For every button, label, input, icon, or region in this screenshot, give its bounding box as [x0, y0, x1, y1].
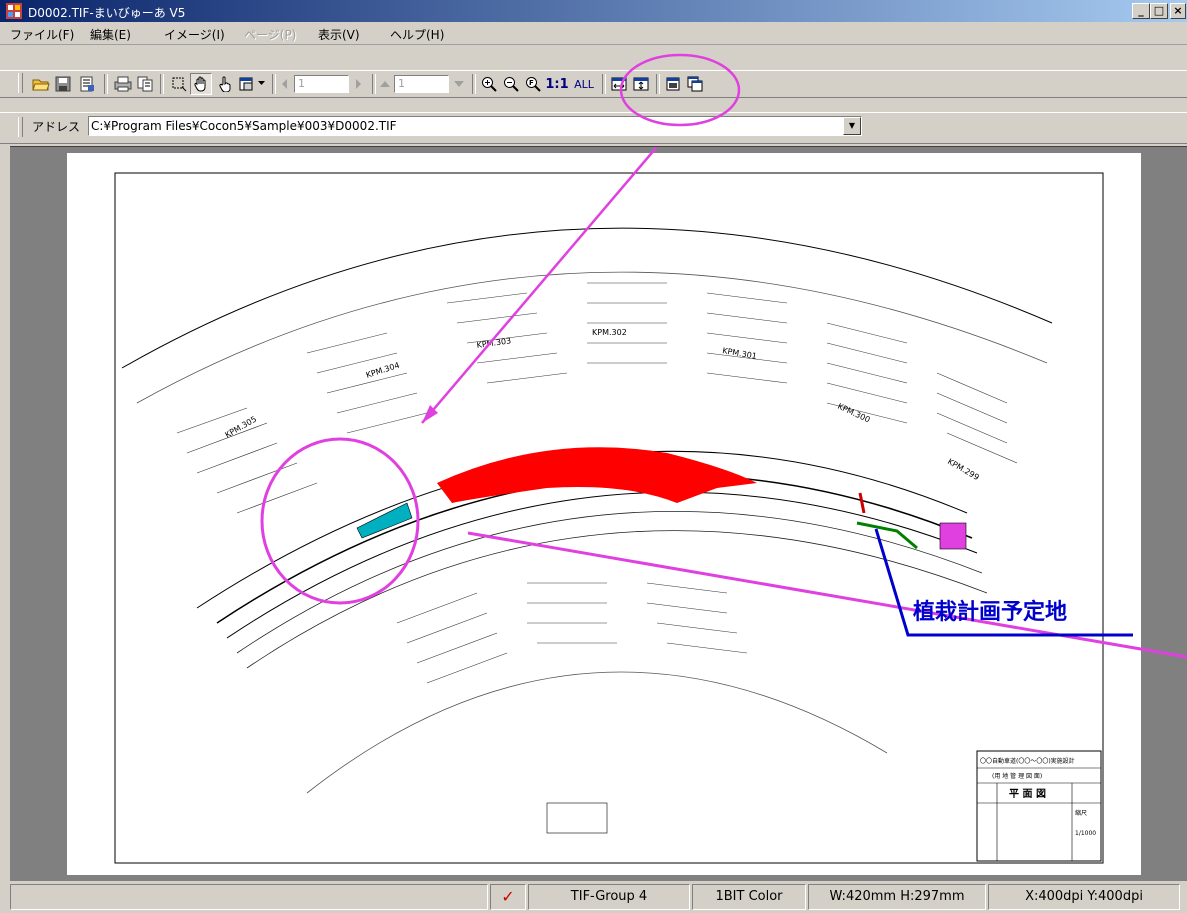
menu-image[interactable]: イメージ(I) — [164, 26, 225, 43]
title-bar: D0002.TIF-まいびゅーあ V5 _ □ × — [0, 0, 1187, 22]
next-doc-icon[interactable] — [452, 73, 466, 95]
address-bar: アドレス C:¥Program Files¥Cocon5¥Sample¥003¥… — [0, 112, 1187, 144]
menu-edit[interactable]: 編集(E) — [90, 26, 131, 43]
close-button[interactable]: × — [1170, 3, 1186, 19]
pointer-hand-icon[interactable] — [214, 73, 236, 95]
fit-width-icon[interactable] — [608, 73, 630, 95]
title-block-line1: 〇〇自動車道(〇〇〜〇〇)実施設計 — [980, 757, 1075, 765]
maximize-button[interactable]: □ — [1150, 3, 1168, 19]
menu-help[interactable]: ヘルプ(H) — [390, 26, 444, 43]
main-toolbar: 1 1 F 1:1 ALL — [0, 70, 1187, 98]
print-icon[interactable] — [112, 73, 134, 95]
app-icon[interactable] — [6, 3, 22, 19]
minimize-button[interactable]: _ — [1132, 3, 1150, 19]
address-label: アドレス — [32, 120, 81, 134]
status-format: TIF-Group 4 — [528, 884, 690, 910]
drawing-canvas: KPM.305 KPM.304 KPM.303 KPM.302 KPM.301 … — [114, 172, 1104, 864]
address-grip[interactable] — [18, 117, 23, 137]
toolbar-grip[interactable] — [18, 73, 23, 93]
status-dpi: X:400dpi Y:400dpi — [988, 884, 1180, 910]
status-message-panel — [10, 884, 488, 910]
zoom-all-button[interactable]: ALL — [572, 73, 596, 95]
zoom-1to1-button[interactable]: 1:1 — [544, 73, 570, 95]
title-block-scale: 1/1000 — [1075, 830, 1096, 837]
drawing-sheet: KPM.305 KPM.304 KPM.303 KPM.302 KPM.301 … — [67, 153, 1141, 875]
copy-icon[interactable] — [134, 73, 156, 95]
station-label: KPM.301 — [722, 346, 758, 361]
menu-bar: ファイル(F) 編集(E) イメージ(I) ページ(P) 表示(V) ヘルプ(H… — [0, 22, 1187, 45]
title-block-main: 平 面 図 — [1009, 788, 1046, 800]
prev-page-icon[interactable] — [278, 73, 292, 95]
fit-height-icon[interactable] — [630, 73, 652, 95]
next-page-icon[interactable] — [352, 73, 366, 95]
status-bar: ✓ TIF-Group 4 1BIT Color W:420mm H:297mm… — [0, 880, 1187, 913]
svg-text:F: F — [529, 79, 534, 87]
station-label: KPM.302 — [592, 328, 627, 337]
zoom-in-icon[interactable] — [478, 73, 500, 95]
station-label: KPM.300 — [836, 402, 871, 425]
station-label: KPM.303 — [476, 336, 512, 350]
status-color: 1BIT Color — [692, 884, 806, 910]
zoom-fit-icon[interactable]: F — [522, 73, 544, 95]
properties-icon[interactable] — [76, 73, 98, 95]
prev-doc-icon[interactable] — [378, 73, 392, 95]
window-layout-icon[interactable] — [236, 73, 258, 95]
address-value: C:¥Program Files¥Cocon5¥Sample¥003¥D0002… — [91, 119, 397, 133]
status-size: W:420mm H:297mm — [808, 884, 986, 910]
cascade-window-icon[interactable] — [684, 73, 706, 95]
page-number-box[interactable]: 1 — [294, 75, 349, 93]
hand-pan-icon[interactable] — [190, 73, 212, 95]
status-check-icon: ✓ — [490, 884, 526, 910]
menu-view[interactable]: 表示(V) — [318, 26, 360, 43]
address-dropdown-icon[interactable]: ▼ — [843, 117, 861, 135]
layout-dropdown-arrow-icon[interactable] — [256, 73, 268, 95]
single-window-icon[interactable] — [662, 73, 684, 95]
station-label: KPM.299 — [946, 457, 981, 482]
image-viewport[interactable]: KPM.305 KPM.304 KPM.303 KPM.302 KPM.301 … — [10, 146, 1187, 881]
doc-number-box[interactable]: 1 — [394, 75, 449, 93]
menu-file[interactable]: ファイル(F) — [10, 26, 74, 43]
station-label: KPM.304 — [365, 361, 401, 380]
window-title: D0002.TIF-まいびゅーあ V5 — [28, 6, 186, 20]
zoom-out-icon[interactable] — [500, 73, 522, 95]
station-label: KPM.305 — [224, 415, 259, 440]
address-input[interactable]: C:¥Program Files¥Cocon5¥Sample¥003¥D0002… — [88, 116, 862, 136]
save-icon[interactable] — [52, 73, 74, 95]
title-block-scale-label: 縮尺 — [1075, 809, 1087, 817]
select-rect-icon[interactable] — [168, 73, 190, 95]
menu-page[interactable]: ページ(P) — [244, 26, 296, 43]
title-block-line2: (用 地 管 理 図 面) — [992, 772, 1042, 780]
open-icon[interactable] — [30, 73, 52, 95]
